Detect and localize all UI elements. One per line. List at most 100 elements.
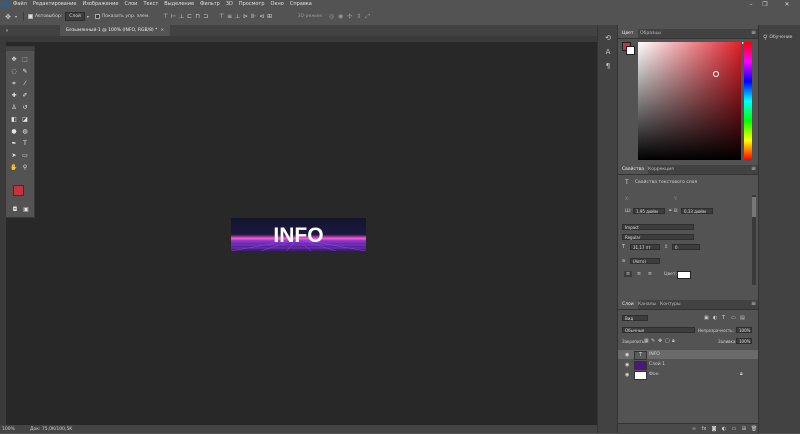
distribute-top-icon[interactable]: ⊤ <box>218 13 226 20</box>
blend-mode-select[interactable]: Обычные <box>622 327 695 333</box>
lock-all-icon[interactable]: 🔒︎ <box>672 338 675 344</box>
layer-name[interactable]: Слой 1 <box>649 362 665 367</box>
lock-position-icon[interactable]: ✥ <box>658 338 662 344</box>
layer-style-icon[interactable]: fx <box>699 426 709 432</box>
zoom-tool-icon[interactable]: ⚲ <box>20 163 30 172</box>
panel-collapse-icon[interactable]: » <box>2 27 12 34</box>
menu-select[interactable]: Выделение <box>164 1 194 7</box>
document-canvas[interactable]: INFO <box>231 218 366 251</box>
color-picker-cursor[interactable] <box>713 71 719 77</box>
screen-mode-icon[interactable]: ▣ <box>21 205 31 214</box>
panel-menu-icon[interactable]: ≡ <box>751 300 756 307</box>
learn-button[interactable]: ⚲ Обучение <box>763 34 792 41</box>
gradient-tool-icon[interactable]: ◪ <box>20 115 30 124</box>
antialias-select[interactable]: (Авто) <box>630 258 660 264</box>
hand-tool-icon[interactable]: ✋ <box>9 163 19 172</box>
menu-help[interactable]: Справка <box>290 1 312 7</box>
adjustment-layer-icon[interactable]: ◐ <box>719 426 729 432</box>
close-icon[interactable]: × <box>160 28 164 33</box>
quick-select-tool-icon[interactable]: ✎ <box>20 67 30 76</box>
visibility-eye-icon[interactable]: ◉ <box>625 372 629 378</box>
distribute-bottom-icon[interactable]: ⊥ <box>234 13 242 20</box>
align-center-text-icon[interactable]: ≡ <box>635 271 643 277</box>
align-hcenter-icon[interactable]: ⊓ <box>194 13 202 20</box>
panel-menu-icon[interactable]: ≡ <box>751 29 756 36</box>
scale-3d-icon[interactable]: ⤢ <box>363 13 372 21</box>
character-icon[interactable]: A <box>602 47 614 57</box>
hue-slider-handle[interactable]: ▸ <box>742 40 744 45</box>
dodge-tool-icon[interactable]: ◍ <box>20 127 30 136</box>
menu-layer[interactable]: Слои <box>124 1 137 7</box>
layer-name[interactable]: Фон <box>649 372 659 377</box>
font-style-select[interactable]: Regular <box>622 234 694 240</box>
slide-3d-icon[interactable]: ⇕ <box>354 13 363 20</box>
layer-filter-select[interactable]: Вид <box>622 315 648 321</box>
path-select-tool-icon[interactable]: ➤ <box>9 151 19 160</box>
height-field[interactable]: 0,33 дюйм <box>681 208 713 214</box>
lasso-tool-icon[interactable]: ◌ <box>9 67 19 76</box>
filter-shape-icon[interactable]: ▭ <box>731 315 736 321</box>
align-right-text-icon[interactable]: ≡ <box>646 271 654 277</box>
paragraph-icon[interactable]: ¶ <box>602 61 614 71</box>
document-tab[interactable]: Безымянный-1 @ 100% (INFO, RGB/8) * × <box>60 25 171 36</box>
link-icon[interactable]: ⚭ <box>668 208 672 214</box>
foreground-color-swatch[interactable] <box>13 185 24 196</box>
align-right-icon[interactable]: ⊐ <box>202 13 210 20</box>
document-info[interactable]: Док: 75,0K/100,5K <box>30 427 72 432</box>
distribute-right-icon[interactable]: ⊲ <box>258 13 266 20</box>
menu-view[interactable]: Просмотр <box>239 1 265 7</box>
lock-artboard-icon[interactable]: ▢ <box>665 338 670 344</box>
link-layers-icon[interactable]: ∞ <box>689 426 699 432</box>
show-controls-checkbox[interactable] <box>94 14 100 19</box>
shape-tool-icon[interactable]: ▭ <box>20 151 30 160</box>
history-icon[interactable]: ⟲ <box>602 33 614 43</box>
close-window-button[interactable]: ✕ <box>776 0 798 8</box>
width-field[interactable]: 1,95 дюйм <box>633 208 665 214</box>
panel-menu-icon[interactable]: ≡ <box>751 165 756 172</box>
color-picker-field[interactable] <box>638 42 741 160</box>
distribute-left-icon[interactable]: ⊳ <box>242 13 250 20</box>
filter-adjust-icon[interactable]: ◐ <box>713 315 717 321</box>
blur-tool-icon[interactable]: ● <box>9 127 19 136</box>
stamp-tool-icon[interactable]: ♙ <box>9 103 19 112</box>
menu-type[interactable]: Текст <box>143 1 158 7</box>
orbit-3d-icon[interactable]: ◎ <box>327 13 336 20</box>
eyedropper-tool-icon[interactable]: ⁄ <box>20 79 30 88</box>
lock-transparency-icon[interactable]: ▦ <box>644 338 649 344</box>
add-mask-icon[interactable]: ◙ <box>709 426 719 432</box>
eraser-tool-icon[interactable]: ◧ <box>9 115 19 124</box>
layer-row[interactable]: ◉ Фон 🔒︎ <box>618 370 759 380</box>
horizontal-ruler[interactable] <box>0 36 597 42</box>
new-layer-icon[interactable]: ⊞ <box>739 426 749 432</box>
layer-row[interactable]: ◉ Слой 1 <box>618 360 759 370</box>
maximize-button[interactable]: ❐ <box>758 0 772 8</box>
new-group-icon[interactable]: ▭ <box>729 426 739 432</box>
chevron-down-icon[interactable]: ▾ <box>13 14 19 19</box>
properties-scrollbar[interactable] <box>752 195 756 285</box>
move-tool-icon[interactable]: ✥ <box>9 55 19 64</box>
pen-tool-icon[interactable]: ✒ <box>9 139 19 148</box>
align-left-icon[interactable]: ⊏ <box>186 13 194 20</box>
filter-pixel-icon[interactable]: ▣ <box>704 315 709 321</box>
align-left-text-icon[interactable]: ≡ <box>624 271 632 277</box>
menu-filter[interactable]: Фильтр <box>200 1 220 7</box>
visibility-eye-icon[interactable]: ◉ <box>625 362 629 368</box>
marquee-tool-icon[interactable]: ⬚ <box>20 55 30 64</box>
visibility-eye-icon[interactable]: ◉ <box>625 352 629 358</box>
menu-3d[interactable]: 3D <box>226 1 233 7</box>
tab-swatches[interactable]: Образцы <box>636 29 665 38</box>
tab-color[interactable]: Цвет <box>618 29 638 38</box>
menu-edit[interactable]: Редактирование <box>33 1 77 7</box>
tab-paths[interactable]: Контуры <box>656 300 685 309</box>
history-brush-tool-icon[interactable]: ↺ <box>20 103 30 112</box>
roll-3d-icon[interactable]: ◉ <box>336 13 345 20</box>
opacity-field[interactable]: 100% <box>736 327 752 333</box>
minimize-button[interactable]: – <box>744 0 758 8</box>
photoshop-logo[interactable] <box>2 1 10 7</box>
distribute-hcenter-icon[interactable]: ⊪ <box>250 13 258 20</box>
font-size-field[interactable]: 31,17 пт <box>630 244 660 250</box>
type-tool-icon[interactable]: T <box>20 139 30 148</box>
quick-mask-icon[interactable]: ◘ <box>10 205 20 214</box>
align-top-icon[interactable]: ⊤ <box>162 13 170 20</box>
align-vcenter-icon[interactable]: ⊢ <box>170 13 178 20</box>
